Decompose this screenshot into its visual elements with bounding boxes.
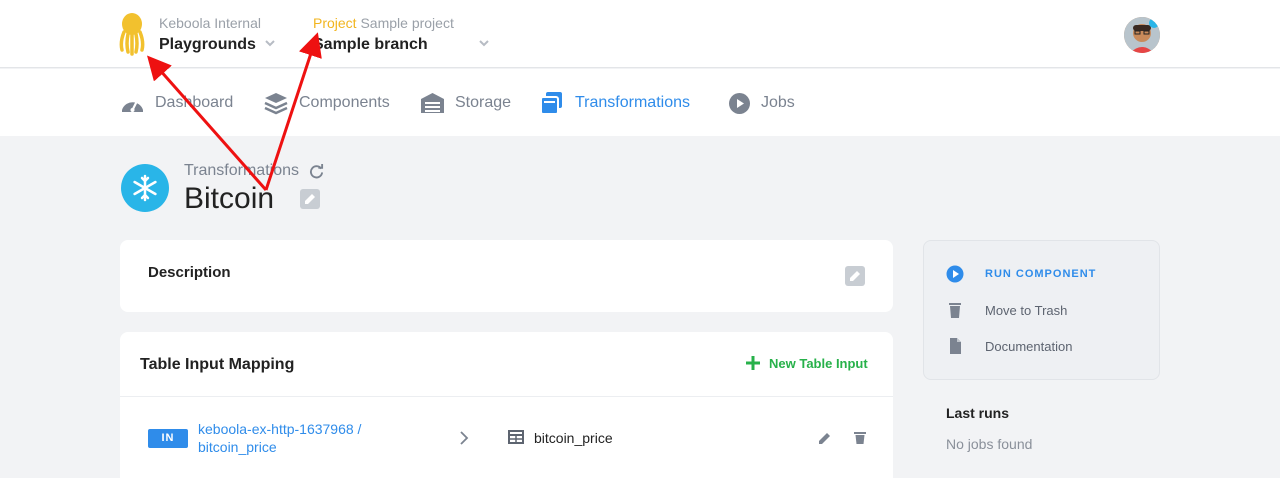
destination-table-name: bitcoin_price <box>534 430 613 446</box>
documentation-label: Documentation <box>985 338 1073 354</box>
organization-switcher[interactable]: Keboola Internal Playgrounds <box>159 14 261 56</box>
play-circle-icon <box>729 92 750 114</box>
page-title: Bitcoin <box>184 182 275 215</box>
main-navigation: Dashboard Components Storage Transformat… <box>0 69 1280 136</box>
chevron-down-icon[interactable] <box>479 38 489 48</box>
transformations-icon <box>540 92 562 115</box>
nav-transformations[interactable]: Transformations <box>540 91 690 115</box>
project-switcher[interactable]: Project Sample project Sample branch <box>313 14 454 56</box>
nav-components-label: Components <box>299 94 390 111</box>
organization-label: Keboola Internal <box>159 15 261 31</box>
nav-dashboard[interactable]: Dashboard <box>120 91 233 115</box>
nav-components[interactable]: Components <box>263 91 390 115</box>
chevron-right-icon <box>460 431 469 445</box>
divider <box>120 396 893 397</box>
top-header: Keboola Internal Playgrounds Project Sam… <box>0 0 1280 68</box>
user-avatar[interactable] <box>1124 17 1160 53</box>
actions-panel: RUN COMPONENT Move to Trash Documentatio… <box>923 240 1160 380</box>
table-icon <box>508 430 524 444</box>
run-component-button[interactable]: RUN COMPONENT <box>946 265 1096 283</box>
chevron-down-icon[interactable] <box>265 38 275 48</box>
warehouse-icon <box>421 93 444 113</box>
nav-storage-label: Storage <box>455 94 512 111</box>
organization-value: Playgrounds <box>159 36 256 53</box>
move-to-trash-label: Move to Trash <box>985 302 1068 318</box>
table-input-mapping-card: Table Input Mapping New Table Input IN k… <box>120 332 893 478</box>
move-to-trash-button[interactable]: Move to Trash <box>946 301 1067 319</box>
keboola-logo-icon[interactable] <box>118 12 146 56</box>
project-prefix: Project <box>313 15 357 31</box>
last-runs-title: Last runs <box>946 405 1010 421</box>
edit-title-icon[interactable] <box>300 189 320 209</box>
in-badge: IN <box>148 429 188 448</box>
description-title: Description <box>148 264 231 281</box>
source-table-link[interactable]: keboola-ex-http-1637968 / bitcoin_price <box>198 420 398 456</box>
new-table-input-button[interactable]: New Table Input <box>745 355 868 371</box>
play-circle-icon <box>946 265 964 283</box>
layers-icon <box>264 93 288 115</box>
dashboard-icon <box>122 99 143 112</box>
project-name: Sample project <box>360 15 454 31</box>
trash-icon[interactable] <box>853 431 867 445</box>
nav-transformations-label: Transformations <box>575 94 690 111</box>
nav-storage[interactable]: Storage <box>420 91 511 115</box>
snowflake-icon <box>121 164 169 212</box>
document-icon <box>950 338 961 354</box>
no-jobs-text: No jobs found <box>946 436 1033 452</box>
description-card: Description <box>120 240 893 312</box>
documentation-link[interactable]: Documentation <box>946 337 1072 355</box>
run-component-label: RUN COMPONENT <box>985 268 1097 280</box>
plus-icon <box>746 356 760 370</box>
input-mapping-title: Table Input Mapping <box>140 356 295 373</box>
pencil-icon[interactable] <box>818 431 832 445</box>
nav-jobs[interactable]: Jobs <box>728 91 795 115</box>
refresh-icon[interactable] <box>309 163 324 179</box>
branch-value: Sample branch <box>313 36 428 53</box>
nav-dashboard-label: Dashboard <box>155 94 234 111</box>
nav-jobs-label: Jobs <box>761 94 795 111</box>
breadcrumb-transformations[interactable]: Transformations <box>184 162 299 180</box>
new-table-input-label: New Table Input <box>769 355 868 371</box>
breadcrumb: Transformations <box>184 162 324 180</box>
edit-description-icon[interactable] <box>845 266 865 286</box>
trash-icon <box>949 303 961 318</box>
